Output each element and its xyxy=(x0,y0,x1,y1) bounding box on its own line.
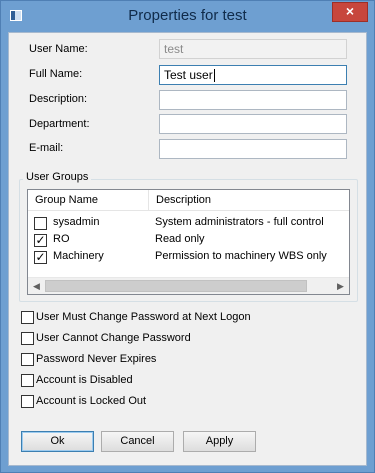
checkbox[interactable] xyxy=(21,332,34,345)
ok-button[interactable]: Ok xyxy=(21,431,94,452)
checkbox[interactable] xyxy=(21,311,34,324)
user-groups-list[interactable]: Group Name Description sysadmin System a… xyxy=(27,189,350,295)
option-label: User Must Change Password at Next Logon xyxy=(36,311,251,323)
checkbox[interactable] xyxy=(21,395,34,408)
user-groups-title: User Groups xyxy=(23,171,92,183)
department-label: Department: xyxy=(29,118,90,130)
department-field[interactable] xyxy=(159,114,347,134)
title-bar[interactable]: Properties for test × xyxy=(1,1,374,32)
horizontal-scrollbar[interactable]: ◀ ▶ xyxy=(28,277,349,294)
group-checkbox-machinery[interactable]: ✓ xyxy=(34,250,47,264)
group-description: System administrators - full control xyxy=(155,216,324,228)
apply-button[interactable]: Apply xyxy=(183,431,256,452)
properties-dialog: Properties for test × User Name: test Fu… xyxy=(0,0,375,473)
group-checkbox-ro[interactable]: ✓ xyxy=(34,233,47,247)
option-label: Account is Locked Out xyxy=(36,395,147,407)
option-label: Password Never Expires xyxy=(36,353,157,365)
scroll-right-icon[interactable]: ▶ xyxy=(332,278,349,294)
scroll-left-icon[interactable]: ◀ xyxy=(28,278,45,294)
user-name-field: test xyxy=(159,39,347,59)
full-name-field[interactable]: Test user xyxy=(159,65,347,85)
checkbox[interactable] xyxy=(21,353,34,366)
cancel-button[interactable]: Cancel xyxy=(101,431,174,452)
option-label: User Cannot Change Password xyxy=(36,332,191,344)
option-label: Account is Disabled xyxy=(36,374,133,386)
description-label: Description: xyxy=(29,93,88,105)
group-description: Read only xyxy=(155,233,205,245)
check-mark: ✓ xyxy=(35,250,46,264)
dialog-body: User Name: test Full Name: Test user Des… xyxy=(8,32,367,466)
group-name: RO xyxy=(53,233,70,245)
list-item[interactable]: sysadmin System administrators - full co… xyxy=(28,215,349,232)
checkbox[interactable] xyxy=(21,374,34,387)
list-item[interactable]: ✓ RO Read only xyxy=(28,232,349,249)
description-field[interactable] xyxy=(159,90,347,110)
text-caret xyxy=(213,69,215,83)
list-header: Group Name Description xyxy=(28,190,349,211)
group-name: Machinery xyxy=(53,250,104,262)
check-mark: ✓ xyxy=(35,233,46,247)
group-checkbox-sysadmin[interactable] xyxy=(34,217,47,230)
full-name-value: Test user xyxy=(164,68,213,82)
scrollbar-thumb[interactable] xyxy=(45,280,307,292)
column-header-description[interactable]: Description xyxy=(149,190,349,211)
user-name-label: User Name: xyxy=(29,43,88,55)
window-title: Properties for test xyxy=(128,7,247,24)
email-label: E-mail: xyxy=(29,142,64,154)
full-name-label: Full Name: xyxy=(29,68,83,80)
list-item[interactable]: ✓ Machinery Permission to machinery WBS … xyxy=(28,249,349,266)
email-field[interactable] xyxy=(159,139,347,159)
group-name: sysadmin xyxy=(53,216,100,228)
group-description: Permission to machinery WBS only xyxy=(155,250,327,262)
close-button[interactable]: × xyxy=(332,2,368,22)
column-header-group-name[interactable]: Group Name xyxy=(28,190,149,211)
